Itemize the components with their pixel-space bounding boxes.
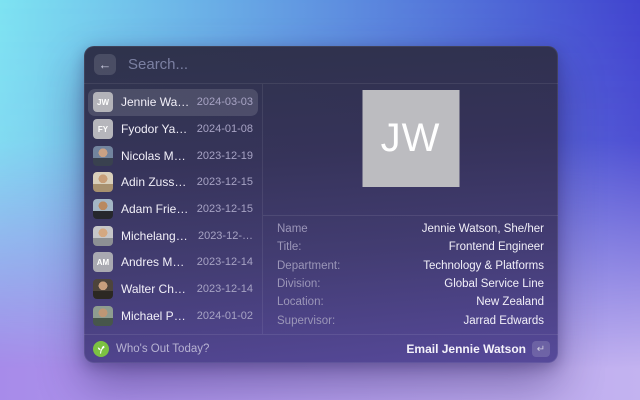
person-date: 2023-12-14 [197,256,253,268]
person-name: Walter Channell [121,282,191,296]
back-arrow-icon: ← [99,58,112,71]
person-row[interactable]: Michael Petry 2024-01-02 [88,303,258,330]
person-date: 2023-12-19 [197,150,253,162]
profile-field: Supervisor: Jarrad Edwards [277,312,544,330]
person-name: Adam Friedman [121,202,191,216]
person-date: 2024-01-08 [197,123,253,135]
profile-avatar: JW [362,90,459,187]
person-avatar: AM [93,252,113,272]
profile-field-value: Frontend Engineer [449,241,544,253]
profile-field-label: Supervisor: [277,315,335,327]
profile-field-value: Jennie Watson, She/her [422,223,544,235]
person-avatar: JW [93,92,113,112]
profile-field: Location: New Zealand [277,293,544,311]
person-name: Andres Mercado [121,255,191,269]
person-row[interactable]: Michelangelo Huang… 2023-12-… [88,222,258,249]
back-button[interactable]: ← [94,54,116,75]
bamboohr-icon [93,341,109,357]
profile-field-label: Title: [277,241,302,253]
footer-bar: Who's Out Today? Email Jennie Watson ↵ [84,334,558,363]
person-row[interactable]: FY Fyodor Yakimchouk 2024-01-08 [88,116,258,143]
profile-field-label: Division: [277,278,320,290]
person-photo-avatar [93,146,113,166]
person-photo-avatar [93,306,113,326]
profile-field-label: Name [277,223,308,235]
person-row-selected[interactable]: JW Jennie Watson 2024-03-03 [88,89,258,116]
person-photo-avatar [93,279,113,299]
profile-field: Name Jennie Watson, She/her [277,220,544,238]
person-name: Michael Petry [121,309,191,323]
window-body: JW Jennie Watson 2024-03-03 FY Fyodor Ya… [84,84,558,334]
profile-avatar-initials: JW [381,116,441,161]
profile-field: Department: Technology & Platforms [277,257,544,275]
profile-field-label: Department: [277,260,340,272]
person-name: Adin Zussman [121,175,191,189]
person-row[interactable]: Adin Zussman 2023-12-15 [88,169,258,196]
primary-action-button[interactable]: Email Jennie Watson ↵ [406,341,550,357]
profile-field: Division: Global Service Line [277,275,544,293]
person-row[interactable]: AM Andres Mercado 2023-12-14 [88,249,258,276]
profile-field: Title: Frontend Engineer [277,238,544,256]
profile-field-value: Jarrad Edwards [463,315,544,327]
person-date: 2023-12-15 [197,203,253,215]
person-row[interactable]: Nicolas Moreno 2023-12-19 [88,142,258,169]
enter-key-icon: ↵ [532,341,550,357]
person-row[interactable]: Walter Channell 2023-12-14 [88,276,258,303]
person-date: 2023-12-… [198,230,253,242]
search-bar: ← [84,46,558,84]
search-input[interactable] [126,55,548,74]
detail-panel: JW Name Jennie Watson, She/her Title: Fr… [263,84,558,334]
person-row[interactable]: Adam Friedman 2023-12-15 [88,196,258,223]
profile-fields: Name Jennie Watson, She/her Title: Front… [263,215,558,334]
person-photo-avatar [93,226,113,246]
person-date: 2024-03-03 [197,96,253,108]
desktop-background: ← JW Jennie Watson 2024-03-03 FY Fyodor … [0,0,640,400]
person-date: 2024-01-02 [197,310,253,322]
profile-field-value: New Zealand [476,296,544,308]
profile-field-value: Global Service Line [444,278,544,290]
person-name: Nicolas Moreno [121,149,191,163]
person-photo-avatar [93,172,113,192]
results-list: JW Jennie Watson 2024-03-03 FY Fyodor Ya… [84,84,263,334]
person-name: Fyodor Yakimchouk [121,122,191,136]
person-name: Michelangelo Huang… [121,229,192,243]
person-avatar: FY [93,119,113,139]
person-date: 2023-12-14 [197,283,253,295]
command-title: Who's Out Today? [116,343,406,355]
person-photo-avatar [93,199,113,219]
profile-field-value: Technology & Platforms [423,260,544,272]
person-date: 2023-12-15 [197,176,253,188]
primary-action-label: Email Jennie Watson [406,342,526,356]
profile-field-label: Location: [277,296,324,308]
person-name: Jennie Watson [121,95,191,109]
launcher-window: ← JW Jennie Watson 2024-03-03 FY Fyodor … [84,46,558,363]
